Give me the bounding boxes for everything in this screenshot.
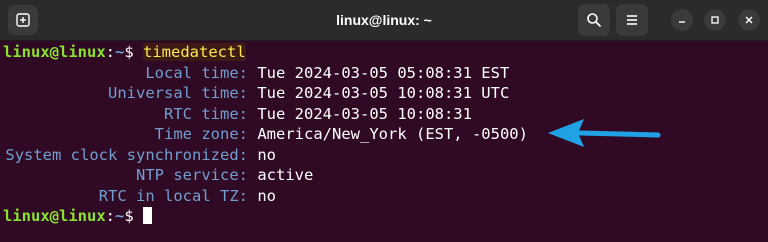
terminal-window: linux@linux: ~ linux@linux:~$ timedatect… <box>0 0 768 242</box>
annotation-arrow <box>548 119 661 147</box>
